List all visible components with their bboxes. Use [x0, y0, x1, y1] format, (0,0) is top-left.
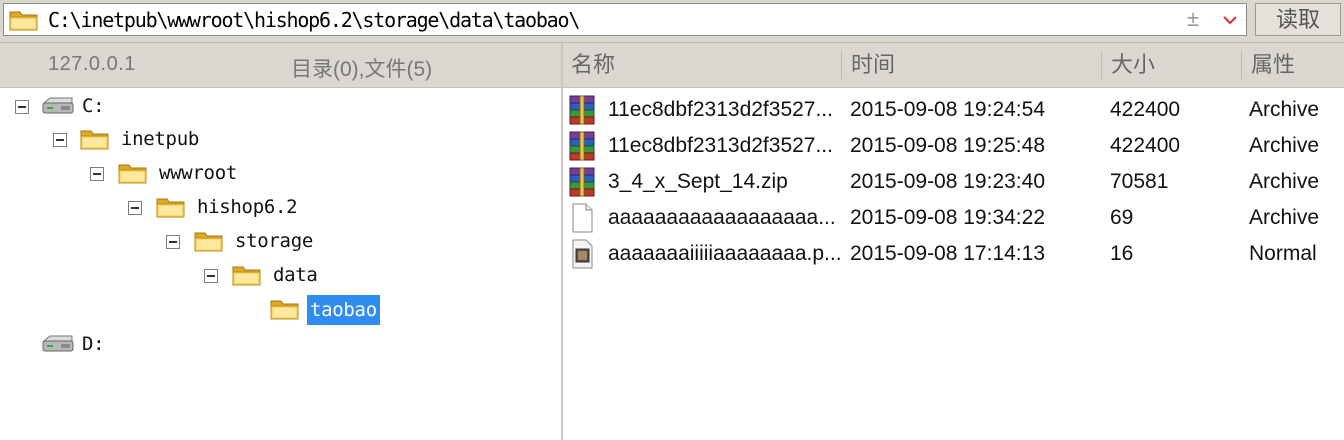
tree-node-label[interactable]: inetpub [118, 126, 202, 152]
file-attr: Archive [1249, 134, 1320, 157]
file-size: 422400 [1110, 98, 1181, 121]
tree-node-data[interactable]: data [0, 260, 400, 290]
folder-icon [156, 196, 186, 218]
folder-icon [118, 162, 148, 184]
table-row[interactable]: 11ec8dbf2313d2f3527... 2015-09-08 19:24:… [563, 91, 1344, 127]
folder-icon [194, 230, 224, 252]
file-name: aaaaaaaiiiiiaaaaaaaa.p... [608, 242, 842, 265]
path-input[interactable]: C:\inetpub\wwwroot\hishop6.2\storage\dat… [3, 3, 1247, 36]
column-header-size[interactable]: 大小 [1111, 43, 1155, 87]
file-time: 2015-09-08 19:25:48 [850, 134, 1045, 157]
tree-node-label[interactable]: D: [79, 331, 107, 357]
file-attr: Normal [1249, 242, 1317, 265]
tree-node-label-selected[interactable]: taobao [307, 295, 380, 325]
column-divider[interactable] [1101, 51, 1102, 79]
table-row[interactable]: 11ec8dbf2313d2f3527... 2015-09-08 19:25:… [563, 127, 1344, 163]
column-divider[interactable] [841, 51, 842, 79]
collapse-toggle-icon[interactable] [90, 167, 104, 181]
file-name: 11ec8dbf2313d2f3527... [608, 98, 833, 121]
tree-node-c-drive[interactable]: C: [0, 92, 200, 122]
winrar-archive-icon [567, 131, 597, 161]
file-time: 2015-09-08 17:14:13 [850, 242, 1045, 265]
tree-node-label[interactable]: C: [79, 93, 107, 119]
file-attr: Archive [1249, 98, 1320, 121]
read-button[interactable]: 读取 [1255, 3, 1341, 36]
path-toolbar: C:\inetpub\wwwroot\hishop6.2\storage\dat… [0, 0, 1344, 43]
table-row[interactable]: 3_4_x_Sept_14.zip 2015-09-08 19:23:40 70… [563, 163, 1344, 199]
directory-tree: C: inetpub wwwroot hishop6.2 storage dat… [0, 88, 561, 440]
file-size: 422400 [1110, 134, 1181, 157]
file-list-header: 名称 时间 大小 属性 [563, 43, 1344, 88]
table-row[interactable]: aaaaaaaaaaaaaaaaaa... 2015-09-08 19:34:2… [563, 199, 1344, 235]
plus-minus-icon[interactable]: ± [1187, 7, 1199, 31]
file-size: 16 [1110, 242, 1134, 265]
file-time: 2015-09-08 19:23:40 [850, 170, 1045, 193]
chevron-down-icon[interactable] [1220, 10, 1240, 30]
collapse-toggle-icon[interactable] [15, 100, 29, 114]
dir-file-count: 目录(0),文件(5) [291, 58, 433, 81]
folder-icon [80, 128, 110, 150]
file-size: 70581 [1110, 170, 1169, 193]
collapse-toggle-icon[interactable] [128, 201, 142, 215]
drive-icon [41, 97, 75, 115]
column-header-name[interactable]: 名称 [571, 43, 615, 87]
tree-node-inetpub[interactable]: inetpub [0, 124, 300, 154]
table-row[interactable]: aaaaaaaiiiiiaaaaaaaa.p... 2015-09-08 17:… [563, 235, 1344, 271]
collapse-toggle-icon[interactable] [166, 235, 180, 249]
folder-open-icon [270, 298, 300, 320]
tree-node-wwwroot[interactable]: wwwroot [0, 158, 300, 188]
folder-icon [9, 9, 39, 31]
host-label: 127.0.0.1 [48, 53, 136, 75]
column-divider[interactable] [1241, 51, 1242, 79]
blank-file-icon [567, 203, 597, 233]
file-time: 2015-09-08 19:24:54 [850, 98, 1045, 121]
tree-node-label[interactable]: wwwroot [156, 160, 240, 186]
tree-node-label[interactable]: storage [232, 228, 316, 254]
file-list: 11ec8dbf2313d2f3527... 2015-09-08 19:24:… [563, 88, 1344, 440]
winrar-archive-icon [567, 95, 597, 125]
winrar-archive-icon [567, 167, 597, 197]
file-name: 3_4_x_Sept_14.zip [608, 170, 788, 193]
file-size: 69 [1110, 206, 1134, 229]
image-file-icon [567, 239, 597, 269]
tree-node-taobao[interactable]: taobao [0, 294, 420, 325]
tree-node-label[interactable]: hishop6.2 [194, 194, 300, 220]
file-name: aaaaaaaaaaaaaaaaaa... [608, 206, 836, 229]
drive-icon [41, 335, 75, 353]
tree-header: 127.0.0.1 目录(0),文件(5) [0, 43, 561, 88]
tree-node-hishop[interactable]: hishop6.2 [0, 192, 400, 222]
column-header-attr[interactable]: 属性 [1251, 43, 1295, 87]
tree-node-d-drive[interactable]: D: [0, 330, 200, 360]
file-attr: Archive [1249, 206, 1320, 229]
collapse-toggle-icon[interactable] [53, 133, 67, 147]
collapse-toggle-icon[interactable] [204, 269, 218, 283]
column-header-time[interactable]: 时间 [851, 43, 895, 87]
tree-node-storage[interactable]: storage [0, 226, 400, 256]
file-name: 11ec8dbf2313d2f3527... [608, 134, 833, 157]
path-text: C:\inetpub\wwwroot\hishop6.2\storage\dat… [48, 8, 580, 32]
file-attr: Archive [1249, 170, 1320, 193]
file-time: 2015-09-08 19:34:22 [850, 206, 1045, 229]
folder-icon [232, 264, 262, 286]
tree-node-label[interactable]: data [270, 262, 321, 288]
